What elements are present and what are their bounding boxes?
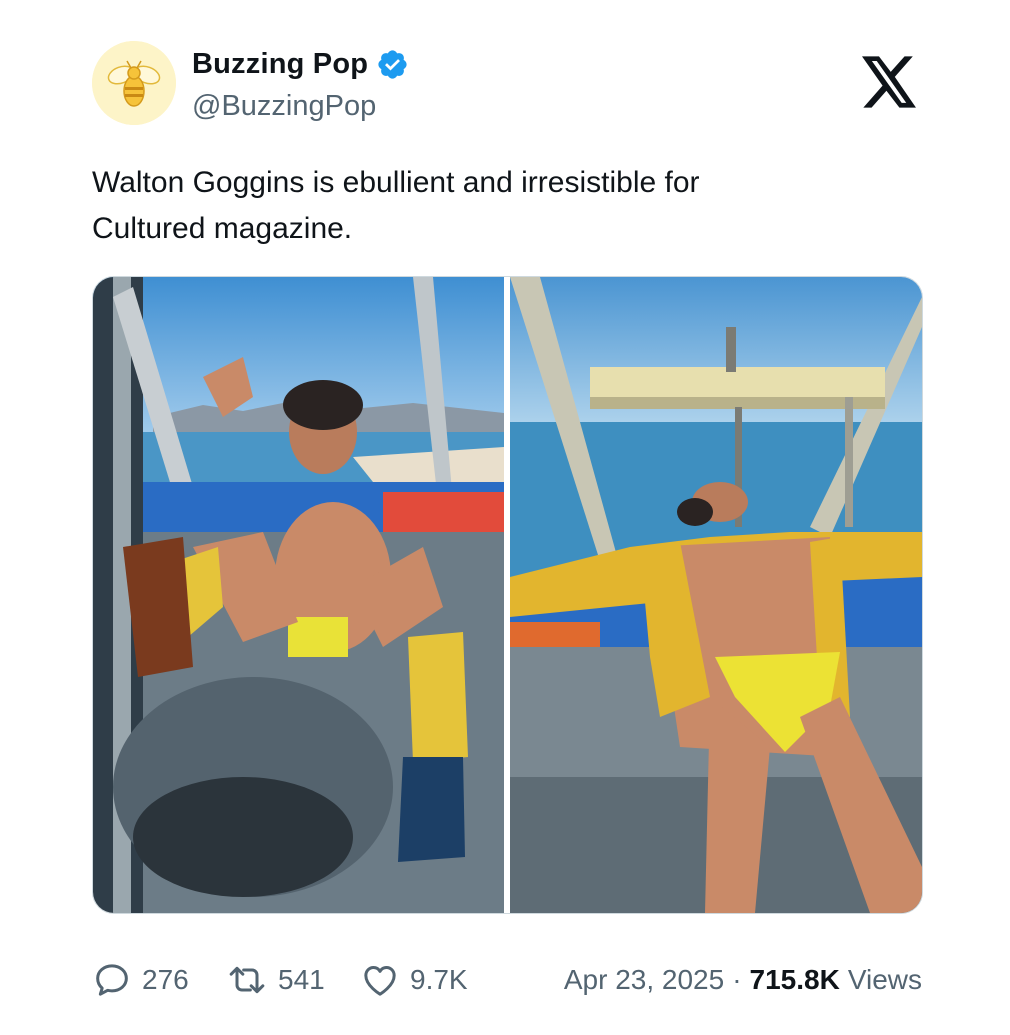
- like-count: 9.7K: [410, 964, 468, 995]
- author-name-row[interactable]: Buzzing Pop: [192, 44, 409, 84]
- like-button[interactable]: 9.7K: [360, 955, 468, 1005]
- tweet-text: Walton Goggins is ebullient and irresist…: [92, 160, 892, 252]
- views-count: 715.8K: [749, 964, 840, 995]
- reply-button[interactable]: 276: [92, 955, 189, 1005]
- tweet-meta: Apr 23, 2025 · 715.8K Views: [564, 955, 922, 1005]
- media-grid: [92, 276, 923, 914]
- heart-icon: [364, 966, 396, 996]
- retweet-icon: [229, 966, 265, 994]
- photo-right[interactable]: [510, 277, 922, 913]
- photo-image: [510, 277, 922, 913]
- x-logo-icon[interactable]: [862, 56, 918, 108]
- photo-image: [93, 277, 504, 913]
- views-label: Views: [847, 964, 922, 995]
- meta-separator: ·: [732, 964, 742, 995]
- tweet-text-line: Cultured magazine.: [92, 212, 353, 245]
- author-handle[interactable]: @BuzzingPop: [192, 90, 376, 123]
- bee-icon: [92, 41, 176, 125]
- display-name[interactable]: Buzzing Pop: [192, 48, 368, 81]
- reply-icon: [96, 964, 128, 996]
- retweet-count: 541: [278, 964, 325, 995]
- verified-badge-icon: [378, 49, 407, 79]
- avatar[interactable]: [92, 41, 176, 125]
- action-bar: 276 541 9.7K Apr 23, 2025 · 715.8K Views: [92, 955, 922, 1005]
- tweet-date[interactable]: Apr 23, 2025: [564, 964, 724, 996]
- retweet-button[interactable]: 541: [226, 955, 325, 1005]
- tweet-text-line: Walton Goggins is ebullient and irresist…: [92, 166, 700, 199]
- reply-count: 276: [142, 964, 189, 995]
- photo-left[interactable]: [93, 277, 504, 913]
